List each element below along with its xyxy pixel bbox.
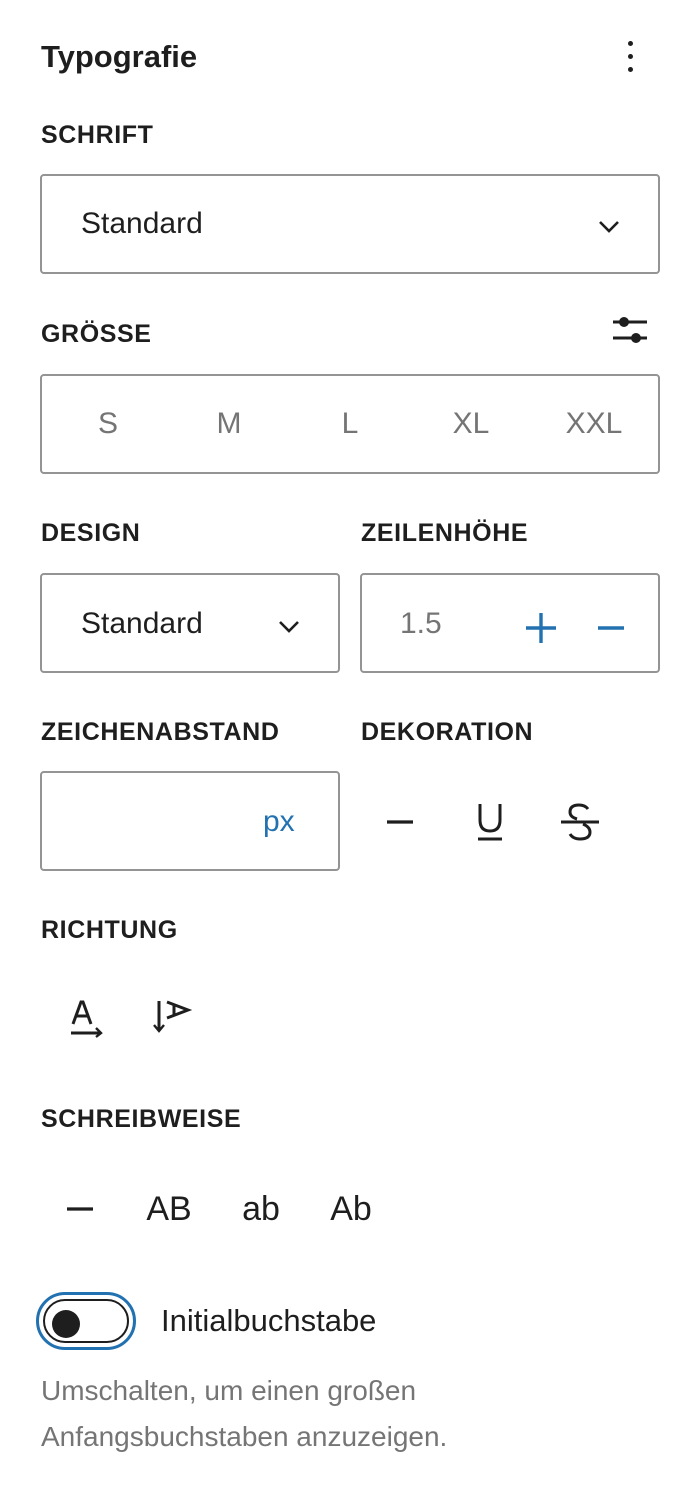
settings-sliders-icon[interactable] (611, 313, 649, 347)
writing-mode-label: RICHTUNG (41, 916, 178, 944)
font-size-label: GRÖSSE (41, 320, 152, 348)
letter-case-label: SCHREIBWEISE (41, 1105, 242, 1133)
case-none-button[interactable]: — (58, 1189, 102, 1238)
reset-minus-icon[interactable] (378, 800, 422, 844)
font-size-picker[interactable]: S M L XL XXL (40, 374, 660, 474)
appearance-label: DESIGN (41, 519, 141, 547)
line-height-label: ZEILENHÖHE (361, 519, 529, 547)
font-family-select[interactable]: Standard (40, 174, 660, 274)
chevron-down-icon (599, 221, 619, 233)
case-none-label: — (94, 1189, 95, 1190)
drop-cap-label[interactable]: Initialbuchstabe (161, 1303, 376, 1339)
letter-spacing-label: ZEICHENABSTAND (41, 718, 280, 746)
toggle-track (43, 1299, 129, 1343)
panel-title: Typografie (41, 39, 198, 74)
size-option-s[interactable]: S (70, 406, 146, 442)
line-height-control[interactable]: 1.5 (360, 573, 660, 673)
case-lowercase-button[interactable]: ab (233, 1189, 289, 1229)
minus-icon[interactable] (596, 611, 626, 645)
letter-spacing-field[interactable]: px (40, 771, 340, 871)
underline-icon[interactable] (467, 798, 513, 844)
text-horizontal-icon[interactable] (62, 993, 110, 1041)
letter-spacing-input[interactable] (62, 804, 242, 840)
appearance-value: Standard (81, 607, 203, 640)
decoration-label: DEKORATION (361, 718, 534, 746)
line-height-input[interactable]: 1.5 (400, 606, 442, 642)
text-vertical-icon[interactable] (148, 993, 196, 1041)
strikethrough-icon[interactable] (556, 798, 604, 844)
letter-spacing-unit[interactable]: px (263, 804, 295, 840)
size-option-m[interactable]: M (191, 406, 267, 442)
appearance-select[interactable]: Standard (40, 573, 340, 673)
case-capitalize-button[interactable]: Ab (322, 1189, 380, 1229)
chevron-down-icon (279, 621, 299, 633)
toggle-thumb (52, 1310, 80, 1338)
size-option-l[interactable]: L (312, 406, 388, 442)
font-family-value: Standard (81, 207, 203, 240)
case-uppercase-button[interactable]: AB (139, 1189, 199, 1229)
size-option-xl[interactable]: XL (431, 406, 511, 442)
size-option-xxl[interactable]: XXL (550, 406, 638, 442)
more-vertical-icon[interactable] (612, 34, 648, 78)
plus-icon[interactable] (524, 611, 558, 645)
font-family-label: SCHRIFT (41, 121, 154, 149)
drop-cap-toggle[interactable] (36, 1292, 136, 1350)
drop-cap-help-text: Umschalten, um einen großen Anfangsbuchs… (41, 1375, 448, 1452)
